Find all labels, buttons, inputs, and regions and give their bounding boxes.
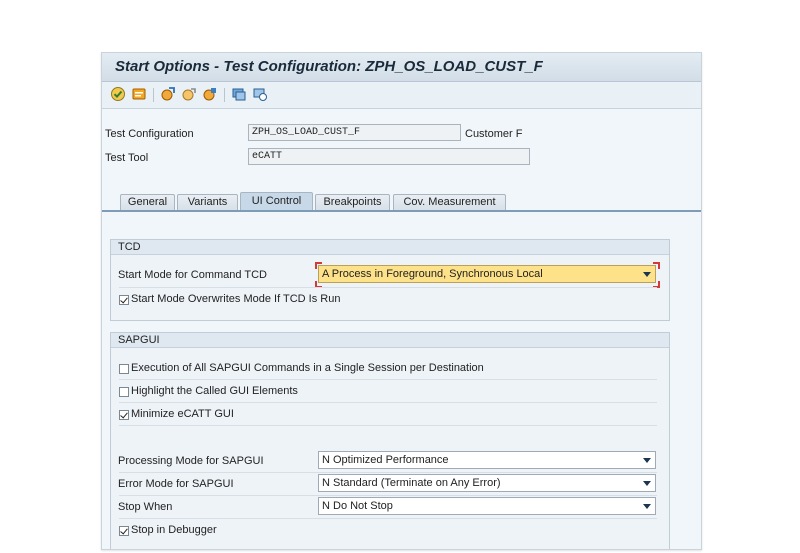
minimize-checkbox[interactable] (119, 410, 129, 420)
execute-icon[interactable] (110, 86, 126, 102)
cross-system-icon[interactable] (252, 86, 268, 102)
divider (119, 287, 657, 288)
copy-icon[interactable] (181, 86, 197, 102)
tab-general[interactable]: General (120, 194, 175, 211)
window-title: Start Options - Test Configuration: ZPH_… (115, 58, 543, 75)
toolbar-separator (224, 88, 225, 102)
processing-mode-dropdown[interactable]: N Optimized Performance (318, 451, 656, 469)
chevron-down-icon (643, 481, 651, 486)
single-session-label: Execution of All SAPGUI Commands in a Si… (131, 362, 484, 374)
variant-icon[interactable] (202, 86, 218, 102)
stop-when-dropdown[interactable]: N Do Not Stop (318, 497, 656, 515)
highlight-checkbox[interactable] (119, 387, 129, 397)
tab-strip: General Variants UI Control Breakpoints … (102, 192, 701, 212)
tab-variants[interactable]: Variants (177, 194, 238, 211)
start-mode-dropdown[interactable]: A Process in Foreground, Synchronous Loc… (318, 265, 656, 283)
chevron-down-icon (643, 458, 651, 463)
error-mode-label: Error Mode for SAPGUI (118, 478, 234, 490)
focus-corner (315, 262, 322, 269)
toolbar-separator (153, 88, 154, 102)
divider (119, 402, 657, 403)
start-mode-label: Start Mode for Command TCD (118, 269, 267, 281)
processing-mode-value: N Optimized Performance (322, 454, 449, 466)
start-mode-value: A Process in Foreground, Synchronous Loc… (322, 268, 543, 280)
divider (119, 379, 657, 380)
system-data-icon[interactable] (231, 86, 247, 102)
tab-cov-measurement[interactable]: Cov. Measurement (393, 194, 506, 211)
test-tool-field[interactable]: eCATT (248, 148, 530, 165)
sapgui-group-header: SAPGUI (111, 333, 669, 348)
overwrite-label: Start Mode Overwrites Mode If TCD Is Run (131, 293, 341, 305)
divider (119, 472, 657, 473)
tab-breakpoints[interactable]: Breakpoints (315, 194, 390, 211)
tab-underline (102, 210, 701, 212)
divider (119, 495, 657, 496)
stop-when-value: N Do Not Stop (322, 500, 393, 512)
test-configuration-label: Test Configuration (105, 128, 194, 140)
highlight-label: Highlight the Called GUI Elements (131, 385, 298, 397)
error-mode-value: N Standard (Terminate on Any Error) (322, 477, 501, 489)
processing-mode-label: Processing Mode for SAPGUI (118, 455, 264, 467)
stop-icon[interactable] (131, 86, 147, 102)
tcd-group-title: TCD (118, 241, 141, 253)
test-configuration-field[interactable]: ZPH_OS_LOAD_CUST_F (248, 124, 461, 141)
sapgui-group: SAPGUI Execution of All SAPGUI Commands … (110, 332, 670, 549)
chevron-down-icon (643, 272, 651, 277)
import-icon[interactable] (160, 86, 176, 102)
divider (119, 518, 657, 519)
overwrite-checkbox[interactable] (119, 295, 129, 305)
test-configuration-description: Customer F (465, 128, 523, 140)
toolbar (102, 82, 701, 109)
minimize-label: Minimize eCATT GUI (131, 408, 234, 420)
debugger-checkbox[interactable] (119, 526, 129, 536)
focus-corner (653, 262, 660, 269)
sapgui-group-title: SAPGUI (118, 334, 160, 346)
error-mode-dropdown[interactable]: N Standard (Terminate on Any Error) (318, 474, 656, 492)
start-options-window: Start Options - Test Configuration: ZPH_… (101, 52, 702, 550)
window-titlebar: Start Options - Test Configuration: ZPH_… (102, 53, 701, 82)
tcd-group: TCD Start Mode for Command TCD A Process… (110, 239, 670, 321)
chevron-down-icon (643, 504, 651, 509)
divider (119, 425, 657, 426)
tcd-group-header: TCD (111, 240, 669, 255)
tab-ui-control[interactable]: UI Control (240, 192, 313, 211)
test-tool-label: Test Tool (105, 152, 149, 164)
stop-when-label: Stop When (118, 501, 173, 513)
single-session-checkbox[interactable] (119, 364, 129, 374)
debugger-label: Stop in Debugger (131, 524, 217, 536)
